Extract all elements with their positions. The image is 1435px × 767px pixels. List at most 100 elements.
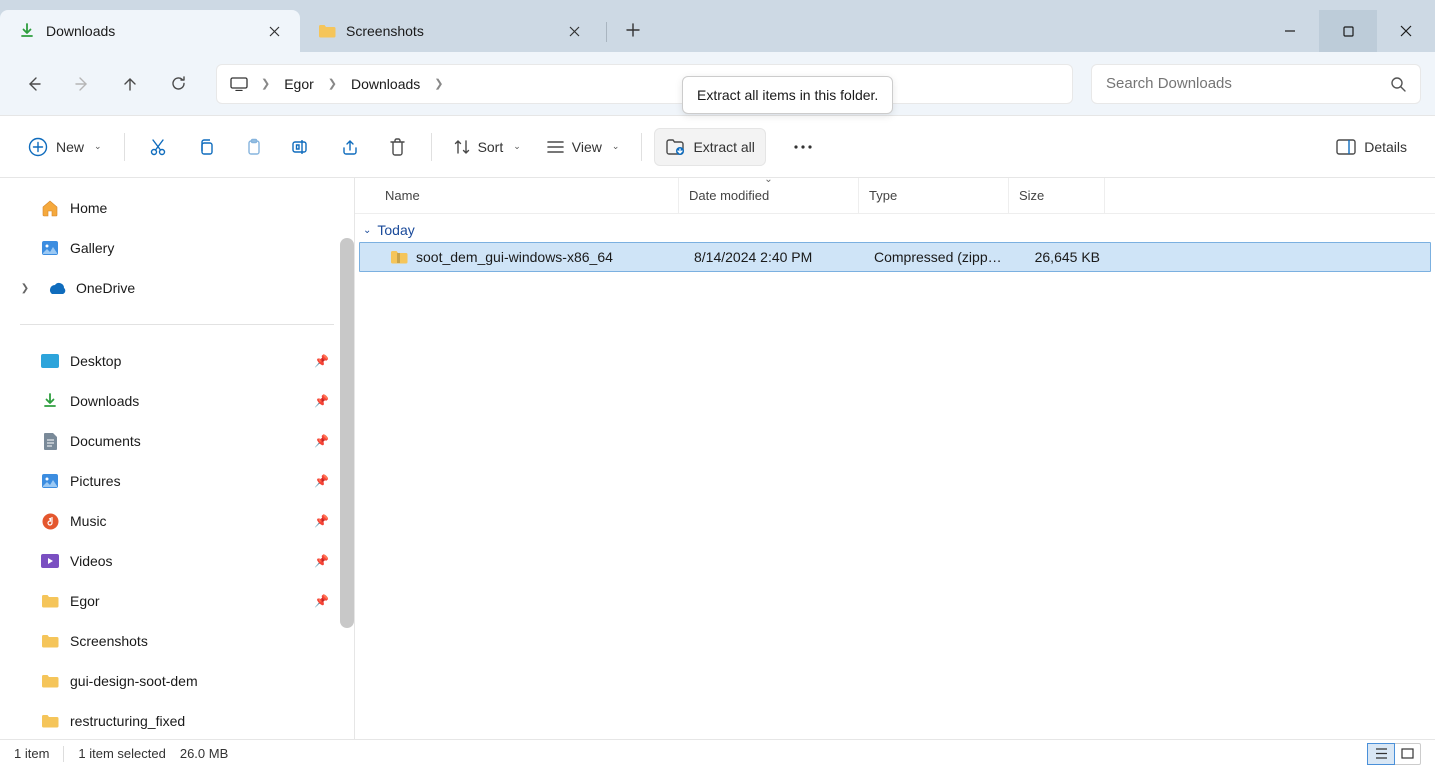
- sidebar-item-label: Downloads: [70, 393, 304, 409]
- sidebar-item-gui-design[interactable]: gui-design-soot-dem: [0, 661, 354, 701]
- sidebar-item-label: Home: [70, 200, 334, 216]
- column-type[interactable]: Type: [859, 178, 1009, 213]
- pin-icon[interactable]: 📌: [314, 354, 334, 368]
- chevron-right-icon[interactable]: ❯: [14, 283, 36, 294]
- pin-icon[interactable]: 📌: [314, 514, 334, 528]
- selection-count: 1 item selected: [78, 746, 165, 761]
- sidebar-item-egor[interactable]: Egor 📌: [0, 581, 354, 621]
- download-arrow-icon: [18, 22, 36, 40]
- sidebar-item-label: Music: [70, 513, 304, 529]
- sidebar-item-label: Egor: [70, 593, 304, 609]
- content-area: Home Gallery ❯ OneDrive Desktop 📌 Downlo…: [0, 178, 1435, 739]
- column-size[interactable]: Size: [1009, 178, 1105, 213]
- sort-indicator-icon: ⌄: [764, 174, 772, 185]
- sidebar-item-home[interactable]: Home: [0, 188, 354, 228]
- refresh-button[interactable]: [158, 64, 198, 104]
- chevron-down-icon: ⌄: [612, 141, 620, 152]
- thumbnails-view-button[interactable]: [1394, 744, 1420, 764]
- sidebar-item-desktop[interactable]: Desktop 📌: [0, 341, 354, 381]
- new-tab-button[interactable]: [613, 10, 653, 50]
- scrollbar[interactable]: [340, 238, 354, 628]
- folder-icon: [40, 711, 60, 731]
- chevron-right-icon[interactable]: ❯: [257, 77, 274, 90]
- sidebar-item-restructuring[interactable]: restructuring_fixed: [0, 701, 354, 739]
- back-button[interactable]: [14, 64, 54, 104]
- window-controls: [1261, 10, 1435, 52]
- sidebar-item-music[interactable]: Music 📌: [0, 501, 354, 541]
- search-input[interactable]: [1106, 75, 1390, 92]
- maximize-button[interactable]: [1319, 10, 1377, 52]
- file-row[interactable]: soot_dem_gui-windows-x86_64 8/14/2024 2:…: [359, 242, 1431, 272]
- file-list: Name ⌄Date modified Type Size ⌄ Today so…: [355, 178, 1435, 739]
- sidebar-item-gallery[interactable]: Gallery: [0, 228, 354, 268]
- separator: [431, 133, 432, 161]
- breadcrumb[interactable]: ❯ Egor ❯ Downloads ❯: [216, 64, 1073, 104]
- chevron-right-icon[interactable]: ❯: [324, 77, 341, 90]
- divider: [20, 324, 334, 325]
- minimize-button[interactable]: [1261, 10, 1319, 52]
- folder-icon: [318, 22, 336, 40]
- details-label: Details: [1364, 139, 1407, 155]
- sidebar-item-videos[interactable]: Videos 📌: [0, 541, 354, 581]
- pin-icon[interactable]: 📌: [314, 594, 334, 608]
- desktop-icon: [40, 351, 60, 371]
- file-size: 26,645 KB: [1014, 249, 1110, 265]
- sidebar-item-pictures[interactable]: Pictures 📌: [0, 461, 354, 501]
- column-date[interactable]: ⌄Date modified: [679, 178, 859, 213]
- new-button[interactable]: New ⌄: [18, 128, 112, 166]
- group-header-today[interactable]: ⌄ Today: [355, 214, 1435, 242]
- delete-button[interactable]: [377, 128, 419, 166]
- pin-icon[interactable]: 📌: [314, 554, 334, 568]
- pc-icon[interactable]: [225, 70, 253, 98]
- more-button[interactable]: [782, 128, 824, 166]
- folder-icon: [40, 591, 60, 611]
- pin-icon[interactable]: 📌: [314, 474, 334, 488]
- sidebar-item-downloads[interactable]: Downloads 📌: [0, 381, 354, 421]
- toolbar: New ⌄ Sort ⌄ View ⌄ Extract all Details: [0, 116, 1435, 178]
- extract-all-button[interactable]: Extract all: [654, 128, 765, 166]
- chevron-right-icon[interactable]: ❯: [430, 77, 447, 90]
- search-box[interactable]: [1091, 64, 1421, 104]
- chevron-down-icon: ⌄: [363, 225, 371, 236]
- paste-button[interactable]: [233, 128, 275, 166]
- tooltip-text: Extract all items in this folder.: [697, 87, 878, 103]
- tab-downloads[interactable]: Downloads: [0, 10, 300, 52]
- sidebar-item-screenshots[interactable]: Screenshots: [0, 621, 354, 661]
- sidebar-item-label: OneDrive: [76, 280, 334, 296]
- sidebar-item-onedrive[interactable]: ❯ OneDrive: [0, 268, 354, 308]
- sort-button[interactable]: Sort ⌄: [444, 128, 531, 166]
- tab-strip: Downloads Screenshots: [0, 0, 1261, 52]
- details-view-button[interactable]: [1368, 744, 1394, 764]
- documents-icon: [40, 431, 60, 451]
- details-button[interactable]: Details: [1326, 128, 1417, 166]
- sidebar-item-label: Desktop: [70, 353, 304, 369]
- file-date: 8/14/2024 2:40 PM: [684, 249, 864, 265]
- view-label: View: [572, 139, 602, 155]
- close-button[interactable]: [1377, 10, 1435, 52]
- group-label: Today: [377, 222, 414, 238]
- tab-screenshots[interactable]: Screenshots: [300, 10, 600, 52]
- selection-size: 26.0 MB: [180, 746, 228, 761]
- rename-button[interactable]: [281, 128, 323, 166]
- column-headers: Name ⌄Date modified Type Size: [355, 178, 1435, 214]
- copy-button[interactable]: [185, 128, 227, 166]
- cut-button[interactable]: [137, 128, 179, 166]
- up-button[interactable]: [110, 64, 150, 104]
- close-icon[interactable]: [560, 17, 588, 45]
- forward-button[interactable]: [62, 64, 102, 104]
- breadcrumb-segment[interactable]: Downloads: [345, 74, 426, 94]
- sidebar-item-label: restructuring_fixed: [70, 713, 334, 729]
- breadcrumb-segment[interactable]: Egor: [278, 74, 320, 94]
- sidebar-item-documents[interactable]: Documents 📌: [0, 421, 354, 461]
- folder-icon: [40, 631, 60, 651]
- column-name[interactable]: Name: [375, 178, 679, 213]
- tab-title: Screenshots: [346, 23, 550, 39]
- search-icon[interactable]: [1390, 76, 1406, 92]
- share-button[interactable]: [329, 128, 371, 166]
- close-icon[interactable]: [260, 17, 288, 45]
- view-button[interactable]: View ⌄: [537, 128, 630, 166]
- file-name: soot_dem_gui-windows-x86_64: [416, 249, 613, 265]
- pin-icon[interactable]: 📌: [314, 394, 334, 408]
- pin-icon[interactable]: 📌: [314, 434, 334, 448]
- sidebar-item-label: Pictures: [70, 473, 304, 489]
